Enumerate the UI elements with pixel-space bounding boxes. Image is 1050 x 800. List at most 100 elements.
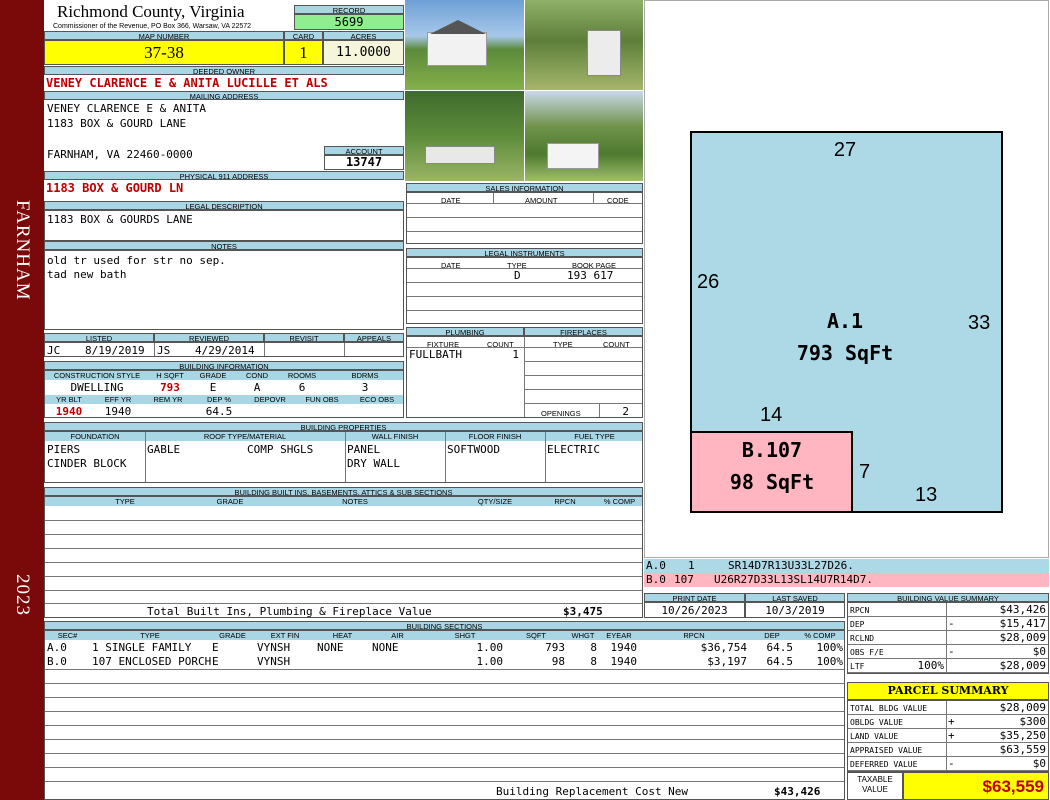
col-effyr: EFF YR	[93, 395, 143, 404]
col-grade: GRADE	[191, 371, 235, 380]
note-line-2: tad new bath	[47, 268, 127, 281]
plumbing-header: PLUMBING	[406, 327, 524, 336]
col-dep: DEP %	[193, 395, 245, 404]
floor-finish: SOFTWOOD	[447, 443, 500, 456]
bvs-label: OBS F/E	[850, 648, 884, 657]
instruments-header: LEGAL INSTRUMENTS	[406, 248, 643, 257]
record-number: 5699	[294, 14, 404, 30]
parcel-value: $35,250	[999, 729, 1046, 742]
year-label: 2023	[12, 574, 33, 616]
builtins-total-value: $3,475	[563, 605, 603, 618]
parcel-value: $28,009	[999, 701, 1046, 714]
properties-header: BUILDING PROPERTIES	[44, 422, 643, 431]
dim-mid: 14	[760, 404, 782, 426]
sections-col-header: RPCN	[639, 631, 749, 640]
sales-header: SALES INFORMATION	[406, 183, 643, 192]
fire-col-count: COUNT	[603, 340, 630, 349]
physical-header: PHYSICAL 911 ADDRESS	[44, 171, 404, 180]
sections-table: SEC# TYPE GRADE EXT FIN HEAT AIR SHGT SQFT WHGT E…	[44, 630, 845, 800]
cond-value: A	[253, 381, 261, 394]
legend-b-id: B.0	[646, 573, 666, 586]
roof-shape	[430, 20, 486, 34]
sections-col-header: DEP	[749, 631, 795, 640]
sections-col-header: EYEAR	[599, 631, 639, 640]
bvs-row: DEP - $15,417	[848, 617, 1048, 631]
appeals-header: APPEALS	[344, 333, 404, 342]
grade-value: E	[209, 381, 217, 394]
building-info-header: BUILDING INFORMATION	[44, 361, 404, 370]
parcel-row: DEFERRED VALUE - $0	[848, 757, 1048, 771]
parcel-label: TOTAL BLDG VALUE	[850, 704, 928, 713]
sketch-svg: 27 26 33 14 7 13 A.1 793 SqFt B.107 98 S…	[690, 131, 1003, 513]
legend-a-path: SR14D7R13U33L27D26.	[728, 559, 854, 572]
print-date-box: 10/26/2023	[644, 602, 745, 618]
plumb-fixture: FULLBATH	[409, 348, 462, 361]
deeded-owner: VENEY CLARENCE E & ANITA LUCILLE ET ALS	[46, 76, 328, 90]
sections-cell: 100%	[816, 641, 844, 654]
replacement-value: $43,426	[774, 785, 821, 798]
note-line-1: old tr used for str no sep.	[47, 254, 226, 267]
wall-finish-2: DRY WALL	[347, 457, 400, 470]
taxable-label-1: TAXABLE	[857, 775, 893, 784]
photo-trailer	[405, 91, 524, 181]
col-wall: WALL FINISH	[345, 432, 445, 441]
instruments-table: DATE TYPE BOOK PAGE D 193 617	[406, 257, 643, 324]
parcel-label: LAND VALUE	[850, 732, 899, 741]
district-label: FARNHAM	[12, 199, 33, 301]
legal-header: LEGAL DESCRIPTION	[44, 201, 404, 210]
dim-top: 27	[834, 139, 856, 161]
sections-cell: A.0	[47, 641, 67, 654]
plumbing-fireplace-table: FIXTURE COUNT TYPE COUNT FULLBATH 1 OPEN…	[406, 336, 643, 418]
builtins-table: TYPE GRADE NOTES QTY/SIZE RPCN % COMP To…	[44, 496, 643, 618]
bi-col-grade: GRADE	[205, 497, 255, 506]
last-saved: 10/3/2019	[765, 604, 825, 617]
mailing-line-1: VENEY CLARENCE E & ANITA	[47, 102, 206, 115]
wall-finish-1: PANEL	[347, 443, 381, 456]
dim-left: 26	[697, 271, 719, 293]
parcel-table: TOTAL BLDG VALUE $28,009 OBLDG VALUE + $3…	[847, 700, 1049, 772]
bvs-value: $15,417	[999, 617, 1046, 630]
listing-row: JC 8/19/2019 JS 4/29/2014	[44, 342, 404, 357]
col-roof: ROOF TYPE/MATERIAL	[145, 432, 345, 441]
openings-value: 2	[622, 405, 629, 418]
sections-col-header: SHGT	[425, 631, 505, 640]
card-number: 1	[284, 40, 323, 65]
sections-cell: E	[212, 655, 219, 668]
parcel-label: APPRAISED VALUE	[850, 746, 923, 755]
builtins-total-label: Total Built Ins, Plumbing & Fireplace Va…	[147, 605, 432, 618]
section-b-label: B.107	[742, 438, 802, 462]
dep-value: 64.5	[205, 405, 233, 418]
instr-book: 193 617	[567, 269, 614, 282]
account-number: 13747	[324, 155, 404, 170]
sales-table: DATE AMOUNT CODE	[406, 192, 643, 244]
mailing-line-3: FARNHAM, VA 22460-0000	[47, 148, 193, 161]
parcel-row: LAND VALUE + $35,250	[848, 729, 1048, 743]
col-funobs: FUN OBS	[295, 395, 349, 404]
taxable-value-box: $63,559	[903, 772, 1049, 800]
builtins-header: BUILDING BUILT INS, BASEMENTS, ATTICS & …	[44, 487, 643, 496]
col-rooms: ROOMS	[279, 371, 325, 380]
last-saved-header: LAST SAVED	[745, 593, 845, 602]
parcel-row: TOTAL BLDG VALUE $28,009	[848, 701, 1048, 715]
col-ecoobs: ECO OBS	[349, 395, 403, 404]
print-date-header: PRINT DATE	[644, 593, 745, 602]
col-construction-style: CONSTRUCTION STYLE	[45, 371, 149, 380]
revisit-header: REVISIT	[264, 333, 344, 342]
photo-yard	[525, 91, 643, 181]
parcel-sign: -	[948, 757, 955, 770]
sections-cell: 1 SINGLE FAMILY	[92, 641, 192, 654]
parcel-label: OBLDG VALUE	[850, 718, 903, 727]
foundation-2: CINDER BLOCK	[47, 457, 127, 470]
fireplaces-header: FIREPLACES	[524, 327, 643, 336]
sections-cell: E	[212, 641, 219, 654]
roof-type: GABLE	[147, 443, 181, 456]
notes-header: NOTES	[44, 241, 404, 250]
notes-box: old tr used for str no sep. tad new bath	[44, 250, 404, 330]
plumb-count: 1	[512, 348, 519, 361]
sections-cell: 1.00	[476, 655, 504, 668]
house-shape	[427, 32, 487, 66]
last-saved-box: 10/3/2019	[745, 602, 845, 618]
sections-cell: NONE	[317, 641, 344, 654]
col-hsqft: H SQFT	[149, 371, 191, 380]
section-a-area: 793 SqFt	[797, 341, 893, 365]
